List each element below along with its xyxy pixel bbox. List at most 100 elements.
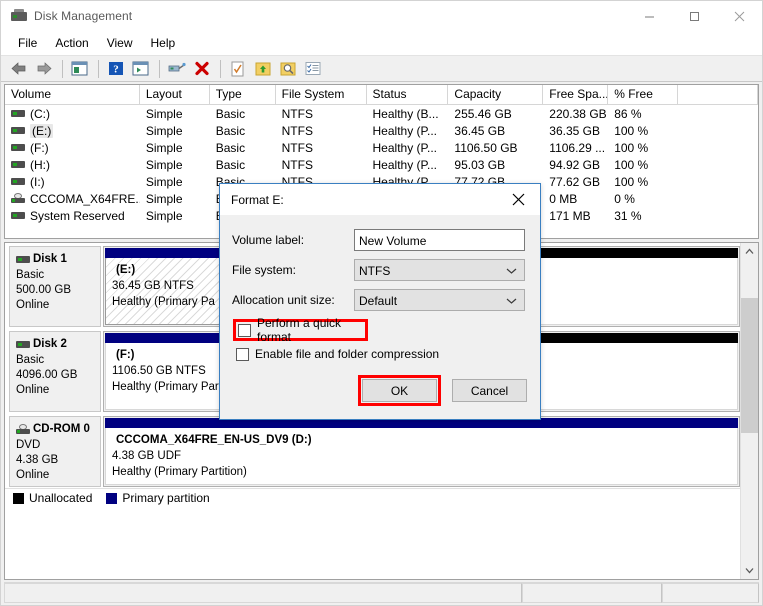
cell-free-space: 1106.29 ... [549, 140, 606, 155]
toolbar-separator [159, 59, 160, 78]
column-header-layout[interactable]: Layout [140, 85, 210, 104]
table-row[interactable]: (H:) Simple Basic NTFS Healthy (P... 95.03 GB… [5, 156, 758, 173]
cell-status: Healthy (P... [372, 140, 437, 155]
column-header-capacity[interactable]: Capacity [448, 85, 544, 104]
cell-type: Basic [215, 157, 246, 172]
legend-label-primary-partition: Primary partition [122, 491, 210, 505]
cell-volume: (I:) [5, 175, 140, 189]
cell-file-system: NTFS [281, 106, 313, 121]
column-header-extra[interactable] [678, 85, 758, 104]
up-level-icon[interactable] [68, 58, 91, 80]
disk-row[interactable]: CD-ROM 0 DVD 4.38 GB Online CCCOMA_X64FRE_EN… [5, 413, 740, 488]
volume-icon [11, 108, 25, 119]
disk-state: Online [16, 384, 50, 396]
cell-volume-text: (F:) [30, 140, 49, 155]
table-row[interactable]: (F:) Simple Basic NTFS Healthy (P... 1106.50 … [5, 139, 758, 156]
disk-type: Basic [16, 269, 45, 281]
cancel-button[interactable]: Cancel [452, 379, 527, 402]
cell-percent-free: 100 % [614, 123, 649, 138]
disk-name: Disk 1 [33, 253, 67, 265]
disk-state: Online [16, 469, 50, 481]
cell-layout: Simple [145, 123, 183, 138]
help-icon[interactable]: ? [104, 58, 127, 80]
volume-list-header: Volume Layout Type File System Status Ca… [5, 85, 758, 105]
volume-icon [11, 210, 25, 221]
menu-file[interactable]: File [9, 34, 46, 52]
forward-arrow-icon[interactable] [32, 58, 55, 80]
dialog-close-button[interactable] [496, 184, 540, 215]
cell-free-space: 36.35 GB [549, 123, 600, 138]
cell-volume-text: (H:) [30, 157, 50, 172]
chevron-down-icon [506, 262, 524, 280]
column-header-file-system[interactable]: File System [276, 85, 367, 104]
column-header-type[interactable]: Type [210, 85, 276, 104]
maximize-button[interactable] [672, 1, 717, 31]
cell-layout: Simple [145, 106, 183, 121]
disk-type: DVD [16, 439, 41, 451]
allocation-unit-size-select[interactable]: Default [354, 289, 525, 311]
close-button[interactable] [717, 1, 762, 31]
disk-size: 500.00 GB [16, 284, 71, 296]
cell-capacity: 255.46 GB [454, 106, 512, 121]
column-header-volume[interactable]: Volume [5, 85, 140, 104]
allocation-unit-size-value: Default [359, 294, 398, 308]
cell-type: Basic [215, 140, 246, 155]
disk-info-panel[interactable]: CD-ROM 0 DVD 4.38 GB Online [9, 416, 101, 487]
cell-capacity: 1106.50 GB [454, 140, 518, 155]
cell-layout: Simple [145, 140, 183, 155]
minimize-button[interactable] [627, 1, 672, 31]
volume-icon [11, 159, 25, 170]
rescan-disks-icon[interactable] [251, 58, 274, 80]
cell-free-space: 94.92 GB [549, 157, 600, 172]
scroll-down-arrow-icon[interactable] [741, 562, 758, 579]
dialog-title: Format E: [231, 192, 284, 207]
scroll-up-arrow-icon[interactable] [741, 243, 758, 260]
enable-compression-checkbox[interactable] [236, 347, 249, 361]
cell-status: Healthy (B... [372, 106, 439, 121]
disk-info-panel[interactable]: Disk 1 Basic 500.00 GB Online [9, 246, 101, 327]
partition-block[interactable]: CCCOMA_X64FRE_EN-US_DV9 (D:) 4.38 GB UDF H… [103, 416, 740, 487]
cell-percent-free: 86 % [614, 106, 642, 121]
menu-help[interactable]: Help [142, 34, 185, 52]
back-arrow-icon[interactable] [7, 58, 30, 80]
column-header-percent-free[interactable]: % Free [608, 85, 679, 104]
scrollbar-thumb[interactable] [741, 298, 758, 433]
search-icon[interactable] [276, 58, 299, 80]
table-row[interactable]: (E:) Simple Basic NTFS Healthy (P... 36.45 GB… [5, 122, 758, 139]
cell-type: Basic [215, 123, 246, 138]
cell-volume: (F:) [5, 141, 140, 155]
disk-name: CD-ROM 0 [33, 423, 90, 435]
perform-quick-format-row[interactable]: Perform a quick format [233, 316, 368, 344]
cell-volume-text: CCCOMA_X64FRE... [30, 191, 140, 206]
ok-button[interactable]: OK [362, 379, 437, 402]
volume-icon [11, 125, 25, 136]
vertical-scrollbar[interactable] [740, 243, 758, 579]
cell-file-system: NTFS [281, 123, 313, 138]
table-row[interactable]: (C:) Simple Basic NTFS Healthy (B... 255.46 G… [5, 105, 758, 122]
perform-quick-format-checkbox[interactable] [238, 323, 251, 337]
partition-label: CCCOMA_X64FRE_EN-US_DV9 (D:) [116, 434, 312, 446]
column-header-free-space[interactable]: Free Spa... [543, 85, 609, 104]
delete-icon[interactable] [190, 58, 213, 80]
format-dialog: Format E: Volume label: New Volume File … [219, 183, 541, 420]
dialog-title-bar: Format E: [220, 184, 540, 215]
list-view-icon[interactable] [301, 58, 324, 80]
file-system-select[interactable]: NTFS [354, 259, 525, 281]
properties-icon[interactable] [165, 58, 188, 80]
cell-status: Healthy (P... [372, 157, 437, 172]
scrollbar-track[interactable] [741, 260, 758, 562]
disk-icon [16, 254, 30, 265]
menu-view[interactable]: View [98, 34, 142, 52]
cell-free-space: 77.62 GB [549, 174, 600, 189]
enable-compression-row[interactable]: Enable file and folder compression [236, 344, 525, 364]
disk-info-panel[interactable]: Disk 2 Basic 4096.00 GB Online [9, 331, 101, 412]
cell-percent-free: 31 % [614, 208, 642, 223]
show-hide-console-tree-icon[interactable] [129, 58, 152, 80]
menu-action[interactable]: Action [46, 34, 97, 52]
volume-label-input[interactable]: New Volume [354, 229, 525, 251]
cell-capacity: 95.03 GB [454, 157, 506, 172]
disk-size: 4.38 GB [16, 454, 59, 466]
legend-item-primary-partition: Primary partition [106, 491, 210, 505]
column-header-status[interactable]: Status [367, 85, 449, 104]
refresh-icon[interactable] [226, 58, 249, 80]
